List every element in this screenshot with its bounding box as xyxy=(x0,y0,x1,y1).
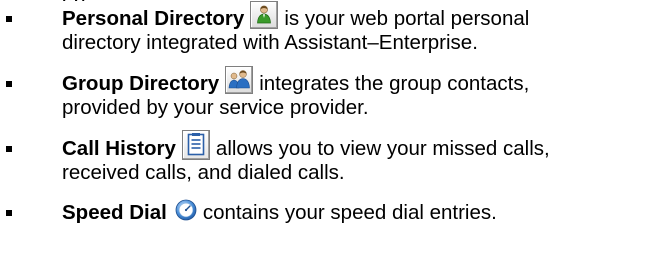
personal-directory-icon xyxy=(250,1,279,29)
list-item-line1: Personal Directory is your web portal pe… xyxy=(62,1,652,31)
cropped-text: ep xyxy=(62,0,92,1)
list-item-personal-directory: Personal Directory is your web portal pe… xyxy=(0,1,656,67)
bullet-marker xyxy=(6,146,12,152)
item-description: is your web portal personal xyxy=(284,7,530,30)
list-item-line2: received calls, and dialed calls. xyxy=(62,161,345,184)
bullet-marker xyxy=(6,81,12,87)
list-item-line1: Group Directory integrates the group con… xyxy=(62,66,652,96)
item-title: Speed Dial xyxy=(62,201,167,224)
item-description: allows you to view your missed calls, xyxy=(215,137,550,160)
bullet-marker xyxy=(6,16,12,22)
bullet-marker xyxy=(6,210,12,216)
list-item-line1: Call History allows you to view your mis… xyxy=(62,130,652,161)
list-item-group-directory: Group Directory integrates the group con… xyxy=(0,66,656,132)
list-item-line1: Speed Dial contains your speed dial entr… xyxy=(62,199,652,225)
list-item-call-history: Call History allows you to view your mis… xyxy=(0,130,656,197)
item-description: integrates the group contacts, xyxy=(259,72,530,95)
call-history-icon xyxy=(181,130,210,160)
group-directory-icon xyxy=(225,66,254,94)
item-title: Personal Directory xyxy=(62,7,245,30)
cropped-previous-line: ep xyxy=(62,0,92,1)
item-title: Group Directory xyxy=(62,72,220,95)
item-description: contains your speed dial entries. xyxy=(202,201,497,224)
speed-dial-icon xyxy=(175,199,197,221)
list-item-speed-dial: Speed Dial contains your speed dial entr… xyxy=(0,199,656,231)
document-page: ep Personal Directory is your web portal… xyxy=(0,0,656,259)
item-title: Call History xyxy=(62,137,176,160)
list-item-line2: provided by your service provider. xyxy=(62,96,369,119)
list-item-line2: directory integrated with Assistant–Ente… xyxy=(62,31,478,54)
